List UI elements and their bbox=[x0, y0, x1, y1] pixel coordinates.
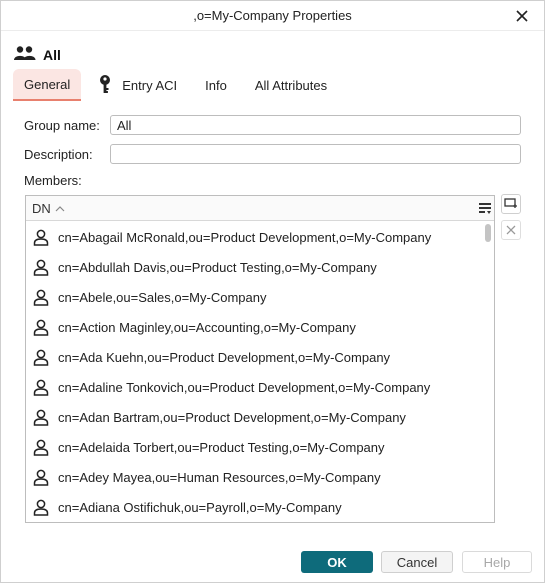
member-dn: cn=Adaline Tonkovich,ou=Product Developm… bbox=[58, 379, 431, 395]
user-icon bbox=[32, 498, 50, 516]
tab-general[interactable]: General bbox=[13, 69, 82, 101]
user-icon bbox=[32, 378, 50, 396]
member-dn: cn=Ada Kuehn,ou=Product Development,o=My… bbox=[58, 349, 391, 365]
member-dn: cn=Abdullah Davis,ou=Product Testing,o=M… bbox=[58, 259, 377, 275]
help-button[interactable]: Help bbox=[462, 551, 532, 573]
group-icon bbox=[13, 45, 37, 64]
members-scrollbar[interactable] bbox=[485, 224, 491, 520]
tab-info[interactable]: Info bbox=[194, 69, 238, 101]
members-label: Members: bbox=[24, 173, 82, 188]
member-dn: cn=Adiana Ostifichuk,ou=Payroll,o=My-Com… bbox=[58, 499, 342, 515]
member-row[interactable]: cn=Abagail McRonald,ou=Product Developme… bbox=[26, 222, 486, 252]
user-icon bbox=[32, 348, 50, 366]
user-icon bbox=[32, 258, 50, 276]
description-field[interactable] bbox=[110, 144, 521, 164]
user-icon bbox=[32, 408, 50, 426]
member-dn: cn=Adey Mayea,ou=Human Resources,o=My-Co… bbox=[58, 469, 381, 485]
tab-label: General bbox=[24, 76, 71, 92]
member-row[interactable]: cn=Adey Mayea,ou=Human Resources,o=My-Co… bbox=[26, 462, 486, 492]
column-chooser-icon[interactable] bbox=[478, 201, 492, 215]
member-row[interactable]: cn=Adan Bartram,ou=Product Development,o… bbox=[26, 402, 486, 432]
dialog-footer: OK Cancel Help bbox=[1, 551, 545, 573]
user-icon bbox=[32, 288, 50, 306]
close-icon[interactable] bbox=[512, 6, 532, 26]
member-row[interactable]: cn=Action Maginley,ou=Accounting,o=My-Co… bbox=[26, 312, 486, 342]
description-label: Description: bbox=[24, 146, 93, 162]
dn-column-label: DN bbox=[32, 200, 51, 216]
user-icon bbox=[32, 228, 50, 246]
member-row[interactable]: cn=Abdullah Davis,ou=Product Testing,o=M… bbox=[26, 252, 486, 282]
tab-bar: General Entry ACI Info All Attributes bbox=[13, 69, 344, 101]
member-dn: cn=Abele,ou=Sales,o=My-Company bbox=[58, 289, 267, 305]
properties-dialog: ,o=My-Company Properties All General Ent… bbox=[0, 0, 545, 583]
remove-icon bbox=[506, 223, 516, 238]
tab-entry-aci[interactable]: Entry ACI bbox=[87, 69, 188, 101]
user-icon bbox=[32, 318, 50, 336]
tab-label: All Attributes bbox=[254, 77, 328, 93]
member-dn: cn=Action Maginley,ou=Accounting,o=My-Co… bbox=[58, 319, 356, 335]
tab-all-attributes[interactable]: All Attributes bbox=[244, 69, 338, 101]
user-icon bbox=[32, 438, 50, 456]
members-list: cn=Abagail McRonald,ou=Product Developme… bbox=[26, 222, 486, 522]
group-name-label: Group name: bbox=[24, 117, 100, 133]
group-name-row: Group name: All bbox=[24, 115, 521, 135]
tab-label: Entry ACI bbox=[122, 77, 178, 93]
ok-button[interactable]: OK bbox=[301, 551, 373, 573]
add-member-button[interactable] bbox=[501, 194, 521, 214]
sort-ascending-icon bbox=[55, 201, 65, 216]
dn-column-header[interactable]: DN bbox=[32, 201, 65, 216]
window-title: ,o=My-Company Properties bbox=[193, 8, 352, 23]
members-table: DN cn=Abagail McRonald,ou=Product Develo… bbox=[25, 195, 495, 523]
remove-member-button[interactable] bbox=[501, 220, 521, 240]
tab-label: Info bbox=[205, 77, 227, 93]
add-member-icon bbox=[504, 197, 518, 212]
member-row[interactable]: cn=Adelaida Torbert,ou=Product Testing,o… bbox=[26, 432, 486, 462]
member-row[interactable]: cn=Adiana Ostifichuk,ou=Payroll,o=My-Com… bbox=[26, 492, 486, 522]
group-name-field[interactable]: All bbox=[110, 115, 521, 135]
member-dn: cn=Adelaida Torbert,ou=Product Testing,o… bbox=[58, 439, 385, 455]
cancel-button[interactable]: Cancel bbox=[381, 551, 453, 573]
title-bar: ,o=My-Company Properties bbox=[1, 1, 544, 31]
member-row[interactable]: cn=Abele,ou=Sales,o=My-Company bbox=[26, 282, 486, 312]
member-dn: cn=Abagail McRonald,ou=Product Developme… bbox=[58, 229, 432, 245]
member-row[interactable]: cn=Adaline Tonkovich,ou=Product Developm… bbox=[26, 372, 486, 402]
member-row[interactable]: cn=Ada Kuehn,ou=Product Development,o=My… bbox=[26, 342, 486, 372]
description-row: Description: bbox=[24, 144, 521, 164]
user-icon bbox=[32, 468, 50, 486]
entry-name: All bbox=[43, 46, 61, 63]
member-dn: cn=Adan Bartram,ou=Product Development,o… bbox=[58, 409, 406, 425]
scrollbar-thumb[interactable] bbox=[485, 224, 491, 242]
entry-header: All bbox=[13, 45, 61, 64]
table-header: DN bbox=[26, 196, 494, 221]
key-icon bbox=[98, 74, 116, 97]
